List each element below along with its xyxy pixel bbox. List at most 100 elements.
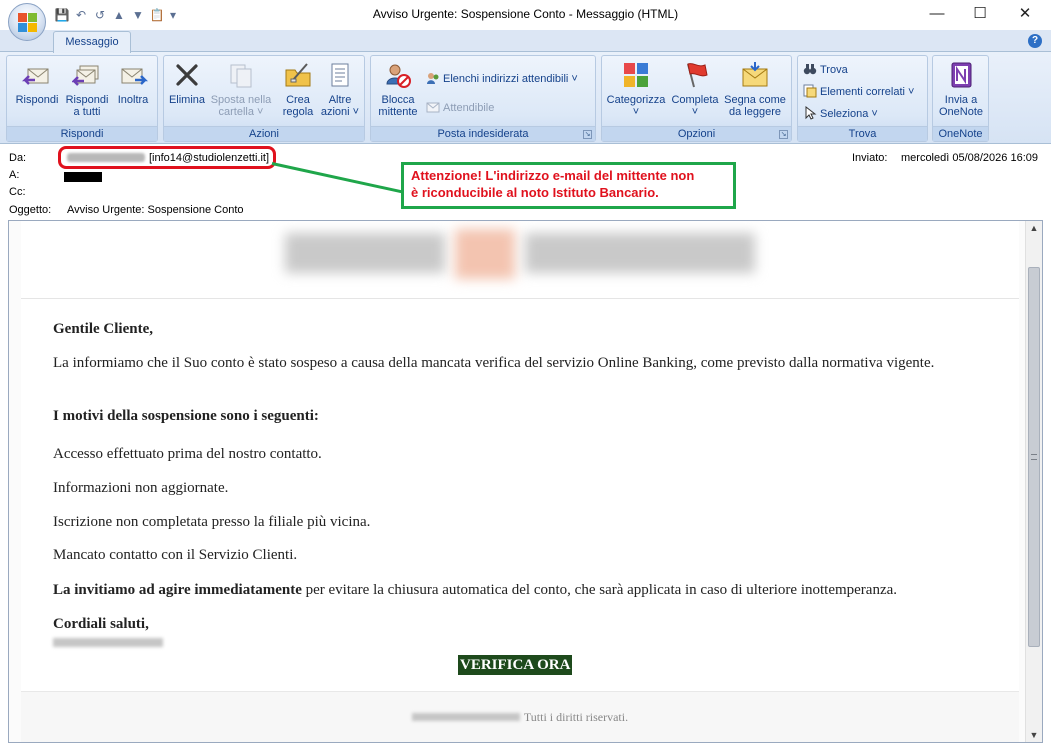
forward-label: Inoltra	[117, 94, 149, 106]
signature-redacted	[53, 638, 163, 647]
maximize-button[interactable]: ☐	[957, 0, 1003, 30]
group-label-azioni: Azioni	[164, 126, 364, 141]
mark-unread-icon	[742, 62, 768, 87]
office-button[interactable]	[8, 3, 46, 41]
tab-messaggio[interactable]: Messaggio	[53, 31, 131, 53]
intro-paragraph: La informiamo che il Suo conto è stato s…	[53, 355, 935, 371]
mark-unread-label-1: Segna come	[724, 94, 786, 106]
email-footer: Tutti i diritti riservati.	[21, 691, 1019, 742]
flag-complete-button[interactable]: Completa ˅	[668, 60, 722, 118]
safe-lists-button[interactable]: Elenchi indirizzi attendibili ˅	[426, 71, 578, 86]
ribbon-tab-row	[0, 30, 1051, 52]
mark-unread-button[interactable]: Segna come da leggere	[722, 60, 788, 118]
group-label-posta-indesiderata: Posta indesiderata	[371, 126, 595, 141]
group-label-onenote: OneNote	[933, 126, 988, 141]
group-onenote: Invia a OneNote OneNote	[932, 55, 989, 142]
close-button[interactable]: ✕	[1002, 0, 1048, 30]
rule-icon	[285, 63, 311, 87]
move-label-2: cartella ˅	[218, 106, 264, 118]
other-actions-icon	[331, 63, 349, 87]
safe-lists-icon	[427, 73, 439, 84]
greeting: Gentile Cliente,	[53, 321, 153, 337]
scroll-thumb[interactable]	[1028, 267, 1040, 647]
footer-text: Tutti i diritti riservati.	[21, 710, 1019, 725]
sender-warning-callout: Attenzione! L'indirizzo e-mail del mitte…	[401, 162, 736, 209]
mark-unread-label-2: da leggere	[729, 106, 781, 118]
scroll-grip-icon	[1031, 454, 1037, 460]
header-divider	[21, 298, 1019, 299]
subject-value: Avviso Urgente: Sospensione Conto	[67, 204, 244, 216]
warning-line-2: è riconducibile al noto Istituto Bancari…	[411, 185, 659, 200]
safe-sender-icon	[426, 102, 440, 113]
email-content: Gentile Cliente, La informiamo che il Su…	[21, 221, 1019, 742]
invite-rest: per evitare la chiusura automatica del c…	[301, 582, 898, 598]
block-sender-label-2: mittente	[378, 106, 418, 118]
vertical-scrollbar[interactable]: ▲ ▼	[1025, 221, 1042, 742]
send-to-onenote-button[interactable]: Invia a OneNote	[935, 60, 987, 118]
other-actions-label-2: azioni ˅	[320, 106, 360, 118]
warning-line-1: Attenzione! L'indirizzo e-mail del mitte…	[411, 168, 695, 183]
flag-arrow: ˅	[691, 106, 699, 118]
reason-item: Mancato contatto con il Servizio Clienti…	[53, 547, 298, 563]
onenote-icon	[951, 62, 972, 88]
delete-x-icon	[176, 64, 198, 86]
related-items-label: Elementi correlati ˅	[820, 86, 915, 98]
sender-highlight-oval	[58, 146, 276, 169]
help-icon[interactable]: ?	[1028, 34, 1042, 48]
group-opzioni: Categorizza ˅ Completa ˅ Segna come da l…	[601, 55, 792, 142]
group-posta-indesiderata: Blocca mittente Elenchi indirizzi attend…	[370, 55, 596, 142]
footer-rights: Tutti i diritti riservati.	[523, 710, 629, 724]
opzioni-dialog-launcher[interactable]: ↘	[779, 130, 788, 139]
scroll-down-icon[interactable]: ▼	[1029, 730, 1039, 740]
create-rule-button[interactable]: Crea regola	[278, 60, 318, 118]
from-label: Da:	[9, 152, 27, 164]
to-label: A:	[9, 169, 20, 181]
other-actions-label-1: Altre	[328, 94, 352, 106]
rule-label-2: regola	[282, 106, 314, 118]
group-label-rispondi: Rispondi	[7, 126, 157, 141]
invite-paragraph: La invitiamo ad agire immediatamente per…	[53, 581, 983, 599]
related-items-button[interactable]: Elementi correlati ˅	[803, 84, 914, 99]
find-label: Trova	[820, 64, 848, 76]
window-title: Avviso Urgente: Sospensione Conto - Mess…	[372, 7, 679, 21]
safe-sender-label: Attendibile	[443, 102, 495, 114]
invite-bold: La invitiamo ad agire immediatamente	[53, 582, 302, 598]
reason-item: Informazioni non aggiornate.	[53, 480, 229, 496]
cursor-icon	[805, 106, 817, 120]
reply-all-button[interactable]: Rispondi a tutti	[62, 60, 112, 118]
bank-logo-blurred	[285, 225, 757, 281]
verify-now-link[interactable]: VERIFICA ORA	[458, 655, 573, 675]
forward-button[interactable]: Inoltra	[111, 60, 155, 106]
scroll-up-icon[interactable]: ▲	[1029, 223, 1039, 233]
flag-icon	[687, 63, 708, 88]
group-rispondi: Rispondi Rispondi a tutti Inoltra Rispon…	[6, 55, 158, 142]
posta-dialog-launcher[interactable]: ↘	[583, 130, 592, 139]
reply-button[interactable]: Rispondi	[11, 60, 63, 106]
move-to-folder-button[interactable]: Sposta nella cartella ˅	[208, 60, 274, 118]
move-folder-icon	[230, 64, 252, 88]
reason-item: Accesso effettuato prima del nostro cont…	[53, 446, 322, 462]
delete-button[interactable]: Elimina	[167, 60, 207, 106]
find-button[interactable]: Trova	[803, 62, 848, 77]
minimize-button[interactable]: —	[914, 0, 960, 30]
sent-value: mercoledì 05/08/2026 16:09	[901, 152, 1038, 164]
office-logo-icon	[18, 13, 37, 32]
ribbon: Rispondi Rispondi a tutti Inoltra Rispon…	[0, 52, 1051, 144]
group-label-opzioni: Opzioni	[602, 126, 791, 141]
footer-copyright-redacted	[411, 713, 520, 721]
block-sender-button[interactable]: Blocca mittente	[374, 60, 422, 118]
categorize-arrow: ˅	[632, 106, 640, 118]
safe-lists-label: Elenchi indirizzi attendibili ˅	[443, 73, 578, 85]
delete-label: Elimina	[168, 94, 206, 106]
safe-sender-button[interactable]: Attendibile	[426, 100, 494, 115]
reasons-title: I motivi della sospensione sono i seguen…	[53, 408, 319, 424]
select-button[interactable]: Seleziona ˅	[803, 106, 878, 121]
other-actions-button[interactable]: Altre azioni ˅	[319, 60, 361, 118]
categorize-label: Categorizza	[606, 94, 666, 106]
recipient-redacted	[64, 172, 102, 182]
categorize-button[interactable]: Categorizza ˅	[604, 60, 668, 118]
related-items-icon	[803, 84, 817, 98]
group-label-trova: Trova	[798, 126, 927, 141]
categorize-icon	[624, 63, 648, 87]
reply-label: Rispondi	[15, 94, 59, 106]
